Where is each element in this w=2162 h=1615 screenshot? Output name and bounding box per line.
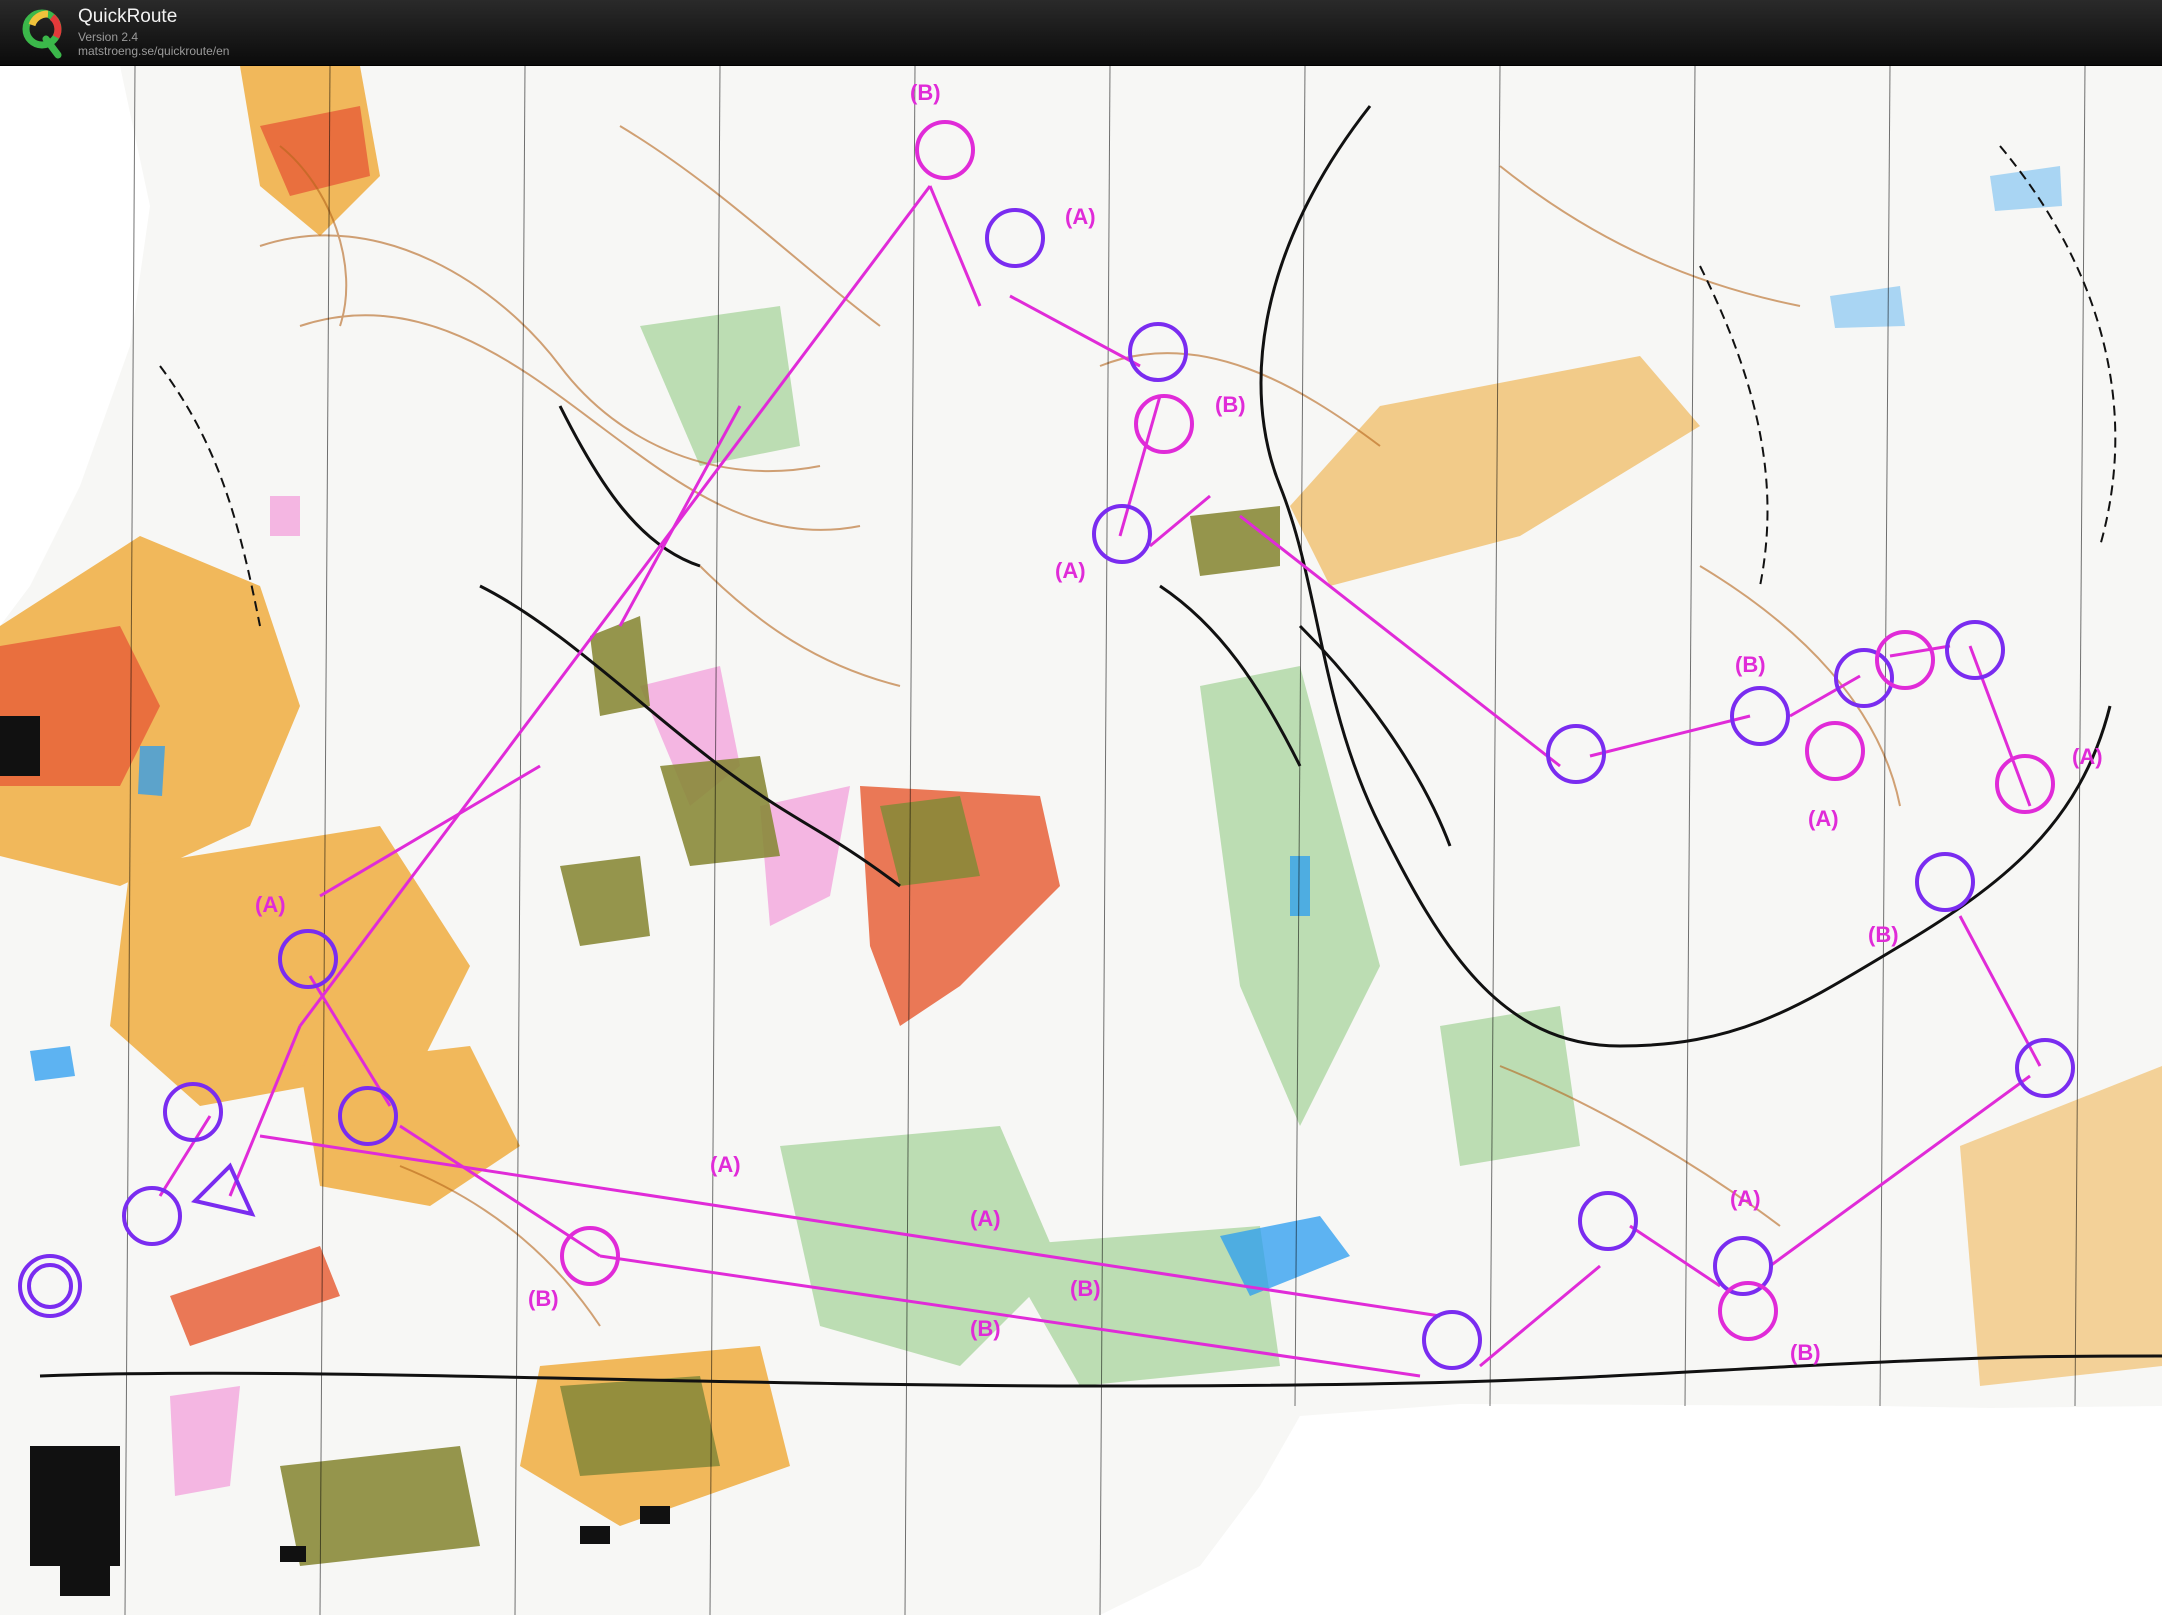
control-label: (A) [2072,744,2103,769]
control-label: (B) [1070,1276,1101,1301]
orienteering-map[interactable]: (B) (A) (B) (A) (A) (B) (A) (B) (A) (B) … [0,66,2162,1615]
control-label: (B) [1735,652,1766,677]
control-label: (A) [970,1206,1001,1231]
control-label: (A) [1730,1186,1761,1211]
control-label: (A) [255,892,286,917]
control-label: (A) [1055,558,1086,583]
control-label: (A) [1065,204,1096,229]
app-title: QuickRoute [78,6,178,27]
map-view[interactable]: (B) (A) (B) (A) (A) (B) (A) (B) (A) (B) … [0,66,2162,1615]
control-label: (A) [710,1152,741,1177]
app-version: Version 2.4 [78,30,139,44]
control-label: (B) [970,1316,1001,1341]
control-label: (B) [910,80,941,105]
control-label: (B) [1790,1340,1821,1365]
control-label: (B) [528,1286,559,1311]
control-label: (A) [1808,806,1839,831]
quickroute-logo-icon [22,9,62,59]
control-label: (B) [1868,922,1899,947]
control-label: (B) [1215,392,1246,417]
app-header: QuickRoute Version 2.4 matstroeng.se/qui… [0,0,2162,66]
app-url: matstroeng.se/quickroute/en [78,44,230,58]
